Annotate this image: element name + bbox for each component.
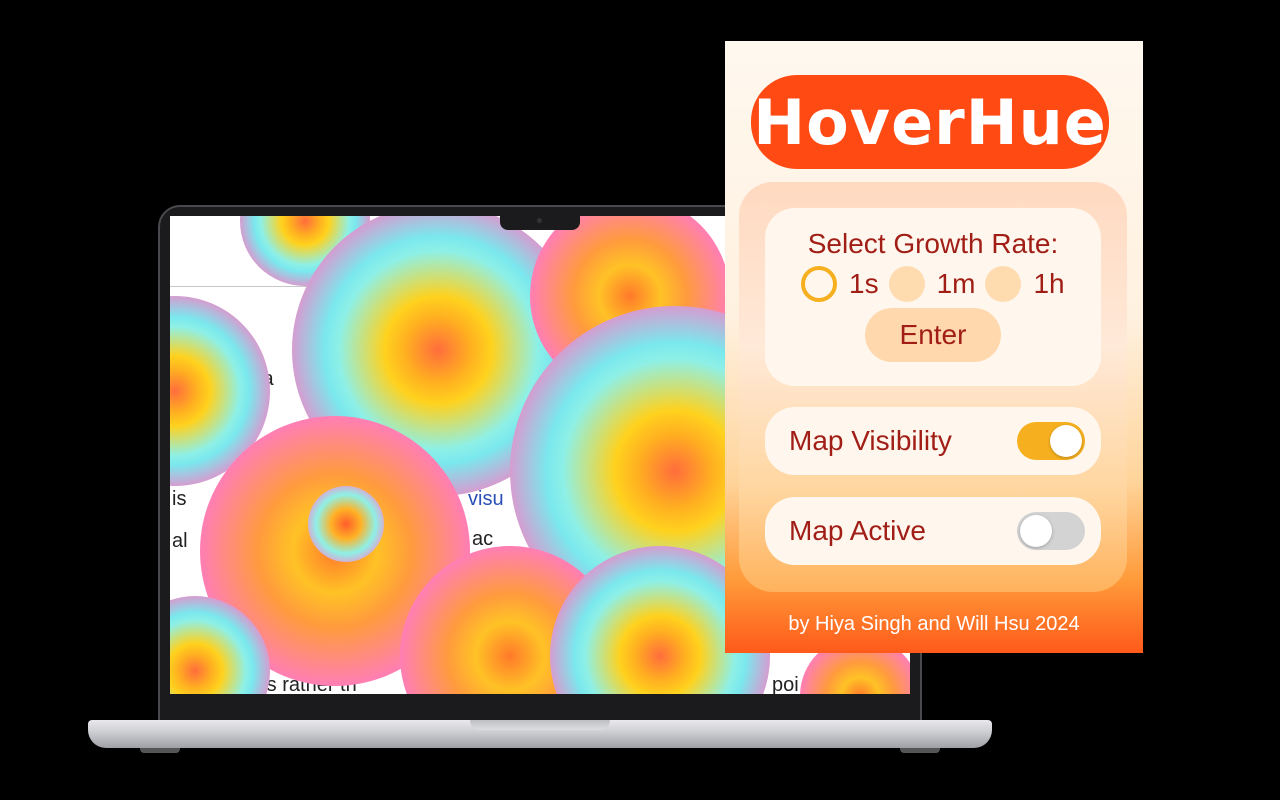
map-active-row: Map Active	[765, 497, 1101, 565]
app-logo: HoverHue	[751, 75, 1109, 169]
radio-label-1m[interactable]: 1m	[937, 268, 976, 300]
page-text-fragment: poi	[772, 674, 799, 694]
toggle-knob	[1020, 515, 1052, 547]
laptop-bezel	[160, 694, 920, 720]
enter-button[interactable]: Enter	[865, 308, 1001, 362]
credit-text: by Hiya Singh and Will Hsu 2024	[788, 613, 1080, 635]
radio-1h[interactable]	[985, 266, 1022, 302]
laptop-opening-notch	[470, 720, 610, 730]
radio-label-1s[interactable]: 1s	[849, 268, 879, 300]
page-text-fragment: al	[172, 530, 188, 552]
map-visibility-toggle[interactable]	[1017, 422, 1085, 460]
radio-1s[interactable]	[801, 266, 837, 302]
map-active-toggle[interactable]	[1017, 512, 1085, 550]
extension-popup: HoverHue Select Growth Rate: 1s 1m 1h En…	[725, 41, 1143, 653]
toggle-knob	[1050, 425, 1082, 457]
page-text-fragment: is	[172, 488, 187, 510]
map-visibility-label: Map Visibility	[789, 425, 952, 456]
map-active-label: Map Active	[789, 515, 926, 546]
radio-label-1h[interactable]: 1h	[1033, 268, 1064, 300]
growth-rate-card: Select Growth Rate: 1s 1m 1h Enter	[765, 208, 1101, 386]
app-title: HoverHue	[753, 85, 1107, 159]
laptop-foot	[900, 748, 940, 753]
map-visibility-row: Map Visibility	[765, 407, 1101, 475]
laptop-foot	[140, 748, 180, 753]
settings-panel: Select Growth Rate: 1s 1m 1h Enter Map V…	[739, 182, 1127, 592]
camera-icon	[537, 218, 542, 223]
heatmap-blob	[308, 486, 384, 562]
growth-rate-label: Select Growth Rate:	[807, 228, 1059, 259]
growth-rate-options: 1s 1m 1h	[801, 264, 1075, 304]
radio-1m[interactable]	[888, 266, 925, 302]
